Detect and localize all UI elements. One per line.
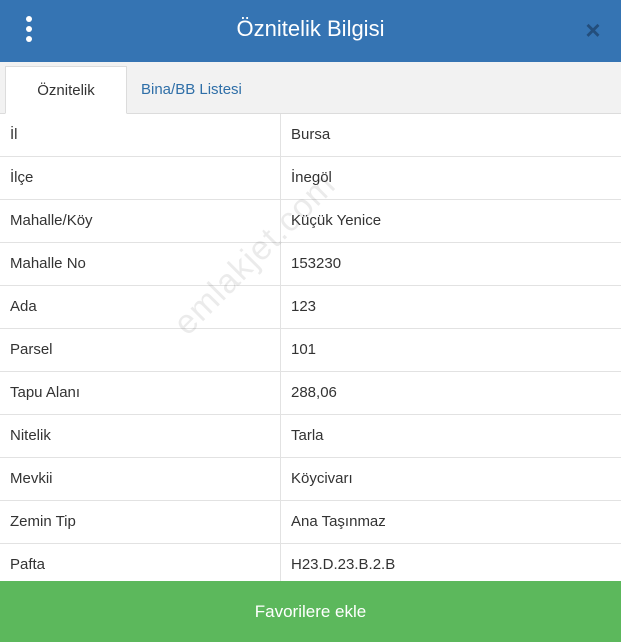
row-key: Mahalle No bbox=[10, 255, 86, 272]
row-key: Ada bbox=[10, 298, 37, 315]
tab-bar: Öznitelik Bilgisi Bina/BB Listesi bbox=[0, 62, 621, 147]
table-row: İl Bursa bbox=[0, 114, 621, 157]
table-row: Tapu Alanı 288,06 bbox=[0, 372, 621, 415]
table-row: Mahalle No 153230 bbox=[0, 243, 621, 286]
table-row: Mahalle/Köy Küçük Yenice bbox=[0, 200, 621, 243]
tab-bina-bb-listesi[interactable]: Bina/BB Listesi bbox=[131, 66, 252, 113]
row-value: Köycivarı bbox=[291, 470, 353, 487]
row-value: 123 bbox=[291, 298, 317, 315]
row-key: İl bbox=[10, 126, 18, 143]
table-row: İlçe İnegöl bbox=[0, 157, 621, 200]
row-value: 153230 bbox=[291, 255, 342, 272]
row-key: Parsel bbox=[10, 341, 53, 358]
row-value: Tarla bbox=[291, 427, 324, 444]
table-row: Parsel 101 bbox=[0, 329, 621, 372]
add-to-favorites-button[interactable]: Favorilere ekle bbox=[0, 581, 621, 642]
row-value: 101 bbox=[291, 341, 317, 358]
table-row: Ada 123 bbox=[0, 286, 621, 329]
dialog-header: Öznitelik Bilgisi × bbox=[0, 0, 621, 62]
row-key: Pafta bbox=[10, 556, 46, 573]
tab-oznitelik-bilgisi[interactable]: Öznitelik Bilgisi bbox=[5, 66, 127, 147]
row-value: Bursa bbox=[291, 126, 331, 143]
attribute-table: İl Bursa İlçe İnegöl Mahalle/Köy Küçük Yeni… bbox=[0, 114, 621, 587]
row-value: İnegöl bbox=[291, 169, 332, 186]
row-key: Tapu Alanı bbox=[10, 384, 81, 401]
row-key: Zemin Tip bbox=[10, 513, 76, 530]
row-key: Nitelik bbox=[10, 427, 51, 444]
row-key: Mahalle/Köy bbox=[10, 212, 93, 229]
table-row: Mevkii Köycivarı bbox=[0, 458, 621, 501]
row-value: Küçük Yenice bbox=[291, 212, 382, 229]
row-value: Ana Taşınmaz bbox=[291, 513, 386, 530]
table-row: Zemin Tip Ana Taşınmaz bbox=[0, 501, 621, 544]
row-value: H23.D.23.B.2.B bbox=[291, 556, 396, 573]
dialog-title: Öznitelik Bilgisi bbox=[236, 16, 385, 41]
row-key: İlçe bbox=[10, 169, 34, 186]
table-row: Nitelik Tarla bbox=[0, 415, 621, 458]
row-key: Mevkii bbox=[10, 470, 53, 487]
row-value: 288,06 bbox=[291, 384, 337, 401]
close-icon[interactable]: × bbox=[579, 14, 607, 46]
